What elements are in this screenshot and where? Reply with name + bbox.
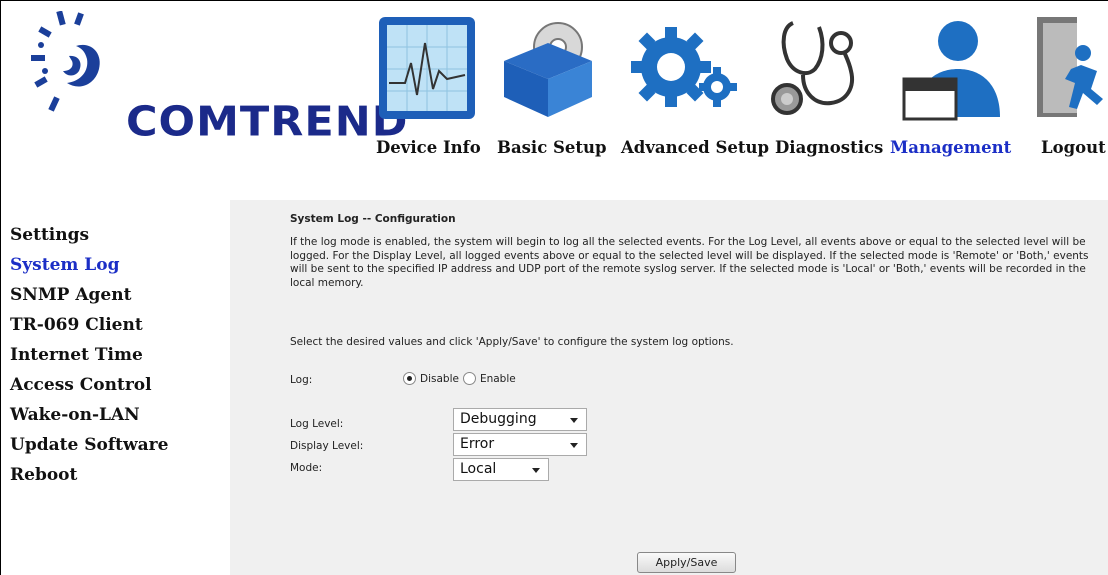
nav-management[interactable]: Management [890, 138, 1011, 157]
display-level-value: Error [460, 436, 495, 452]
apply-save-button[interactable]: Apply/Save [637, 552, 736, 573]
page-description: If the log mode is enabled, the system w… [290, 236, 1089, 289]
comtrend-logo: COMTREND [21, 11, 407, 171]
sidebar-item-wake-on-lan[interactable]: Wake-on-LAN [10, 400, 220, 430]
sidebar-item-internet-time[interactable]: Internet Time [10, 340, 220, 370]
sidebar-item-settings[interactable]: Settings [10, 220, 220, 250]
log-level-select[interactable]: Debugging [453, 408, 587, 431]
basic-setup-box-icon[interactable] [498, 13, 598, 123]
content-panel: System Log -- Configuration If the log m… [230, 200, 1108, 575]
sidebar-menu: Settings System Log SNMP Agent TR-069 Cl… [10, 220, 220, 490]
page-title: System Log -- Configuration [290, 213, 456, 225]
brand-name: COMTREND [126, 98, 409, 146]
sidebar-item-update-software[interactable]: Update Software [10, 430, 220, 460]
nav-advanced-setup[interactable]: Advanced Setup [621, 138, 769, 157]
sidebar-item-reboot[interactable]: Reboot [10, 460, 220, 490]
nav-logout[interactable]: Logout [1041, 138, 1106, 157]
logout-door-icon[interactable] [1031, 13, 1108, 123]
management-user-icon[interactable] [898, 13, 1008, 123]
log-enable-label: Enable [479, 372, 516, 385]
display-level-select[interactable]: Error [453, 433, 587, 456]
sidebar-item-system-log[interactable]: System Log [10, 250, 220, 280]
header: COMTREND Device Info Basic Setup Advance… [1, 1, 1108, 198]
nav-basic-setup[interactable]: Basic Setup [497, 138, 607, 157]
mode-value: Local [460, 461, 497, 477]
logo-sun-icon [31, 11, 100, 112]
diagnostics-stethoscope-icon[interactable] [763, 13, 873, 123]
log-enable-radio[interactable] [462, 372, 476, 385]
sidebar-item-access-control[interactable]: Access Control [10, 370, 220, 400]
page-hint: Select the desired values and click 'App… [290, 336, 734, 348]
device-info-monitor-icon[interactable] [375, 13, 479, 123]
mode-label: Mode: [290, 462, 323, 474]
advanced-setup-gears-icon[interactable] [629, 13, 739, 123]
log-disable-label: Disable [420, 372, 459, 385]
log-level-label: Log Level: [290, 418, 344, 430]
nav-device-info[interactable]: Device Info [376, 138, 481, 157]
mode-select[interactable]: Local [453, 458, 549, 481]
chevron-down-icon [570, 418, 578, 423]
log-disable-radio[interactable] [403, 372, 416, 385]
sidebar-item-snmp-agent[interactable]: SNMP Agent [10, 280, 220, 310]
log-level-value: Debugging [460, 411, 537, 427]
log-radio-group: Disable Enable [403, 372, 516, 385]
sidebar-item-tr069-client[interactable]: TR-069 Client [10, 310, 220, 340]
chevron-down-icon [570, 443, 578, 448]
log-label: Log: [290, 374, 313, 386]
nav-diagnostics[interactable]: Diagnostics [775, 138, 883, 157]
chevron-down-icon [532, 468, 540, 473]
display-level-label: Display Level: [290, 440, 364, 452]
